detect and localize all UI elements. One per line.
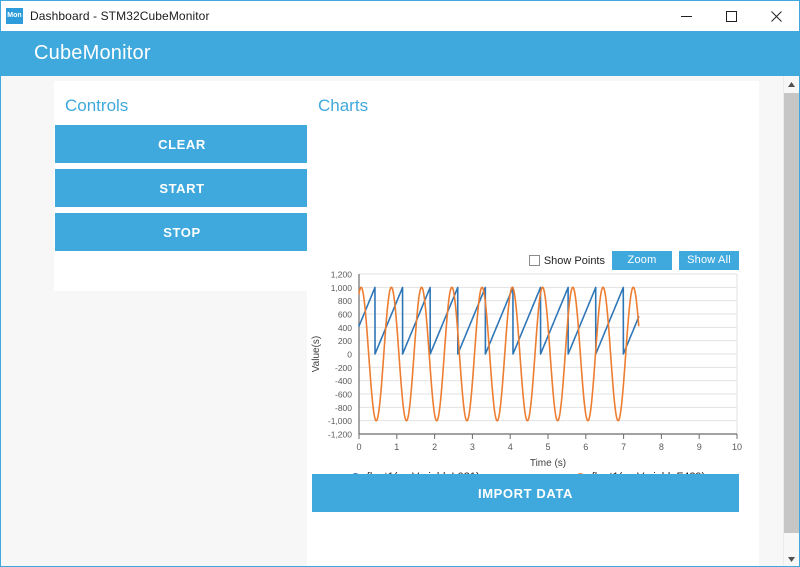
stop-button[interactable]: STOP — [55, 213, 309, 251]
vertical-scrollbar[interactable] — [783, 76, 799, 566]
app-icon: Mon — [6, 8, 23, 24]
x-tick-label: 5 — [545, 442, 550, 452]
x-tick-label: 3 — [470, 442, 475, 452]
x-tick-label: 2 — [432, 442, 437, 452]
y-tick-label: -600 — [335, 390, 352, 400]
window-title: Dashboard - STM32CubeMonitor — [30, 9, 210, 23]
y-tick-label: 1,200 — [331, 270, 353, 280]
y-tick-label: 400 — [338, 323, 352, 333]
x-tick-label: 10 — [732, 442, 742, 452]
x-tick-label: 1 — [394, 442, 399, 452]
y-tick-label: -1,000 — [328, 416, 352, 426]
y-tick-label: 600 — [338, 310, 352, 320]
app-title: CubeMonitor — [34, 42, 151, 64]
x-axis-title: Time (s) — [530, 458, 566, 469]
y-tick-label: -1,200 — [328, 430, 352, 440]
y-tick-label: 1,000 — [331, 283, 353, 293]
start-button[interactable]: START — [55, 169, 309, 207]
controls-panel-title: Controls — [65, 96, 129, 115]
x-tick-label: 7 — [621, 442, 626, 452]
import-data-wrap: IMPORT DATA — [312, 474, 754, 512]
y-tick-label: 800 — [338, 296, 352, 306]
chart-svg: 1,200 1,000 800 600 400 200 0 -200 -400 -600 -800 -… — [311, 270, 742, 470]
charts-panel: Charts Show Points Zoom Show All 1,200 1,… — [307, 81, 759, 566]
charts-panel-title: Charts — [318, 96, 369, 115]
x-tick-label: 6 — [583, 442, 588, 452]
show-points-label: Show Points — [543, 254, 605, 267]
x-tick-label: 0 — [356, 442, 361, 452]
title-bar: Mon Dashboard - STM32CubeMonitor — [1, 1, 799, 31]
y-tick-label: 0 — [347, 350, 352, 360]
controls-button-group: CLEAR START STOP — [55, 125, 309, 257]
x-tick-label: 8 — [659, 442, 664, 452]
show-points-checkbox[interactable] — [528, 255, 540, 266]
show-points-control[interactable]: Show Points — [528, 254, 605, 267]
y-tick-label: -400 — [335, 376, 352, 386]
x-tick-label: 9 — [697, 442, 702, 452]
x-tick-label: 4 — [508, 442, 513, 452]
window-controls — [664, 1, 799, 31]
maximize-icon[interactable] — [709, 1, 754, 31]
scroll-down-icon[interactable] — [784, 551, 799, 566]
chart-plot[interactable]: 1,200 1,000 800 600 400 200 0 -200 -400 -600 -800 -… — [307, 266, 749, 474]
y-tick-label: 200 — [338, 336, 352, 346]
scrollbar-thumb[interactable] — [784, 93, 799, 533]
controls-panel: Controls CLEAR START STOP — [54, 81, 309, 291]
import-data-button[interactable]: IMPORT DATA — [312, 474, 739, 512]
page-body: Controls CLEAR START STOP Charts Show Po… — [1, 76, 785, 566]
app-window: Mon Dashboard - STM32CubeMonitor CubeMon… — [0, 0, 800, 567]
y-tick-label: -800 — [335, 403, 352, 413]
app-header: CubeMonitor — [1, 31, 799, 76]
close-icon[interactable] — [754, 1, 799, 31]
scroll-up-icon[interactable] — [784, 76, 799, 92]
minimize-icon[interactable] — [664, 1, 709, 31]
y-axis-title: Value(s) — [311, 336, 322, 373]
y-tick-label: -200 — [335, 363, 352, 373]
clear-button[interactable]: CLEAR — [55, 125, 309, 163]
